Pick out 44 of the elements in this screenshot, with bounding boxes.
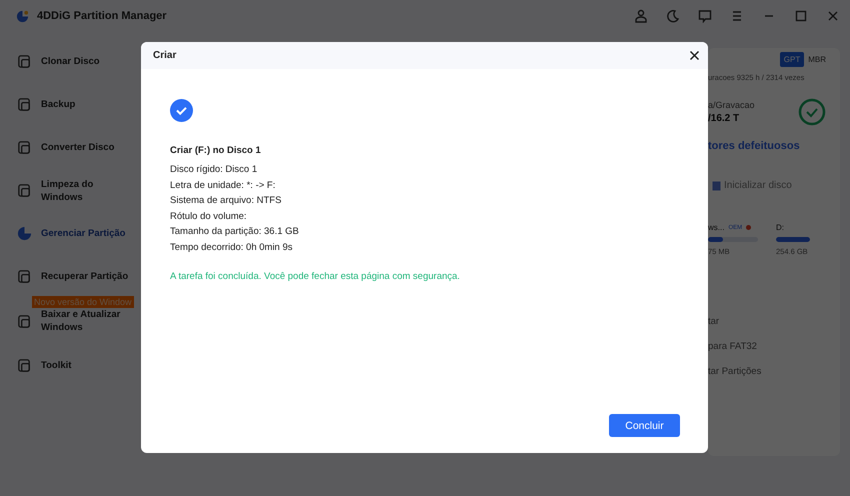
user-icon[interactable] <box>634 9 648 23</box>
partition-action[interactable]: para FAT32 <box>708 341 840 352</box>
success-message: A tarefa foi concluída. Você pode fechar esta página com segurança. <box>170 271 461 282</box>
partition-name: D: <box>776 223 784 232</box>
close-icon[interactable] <box>826 9 840 23</box>
bad-sectors-link[interactable]: tores defeituosos <box>708 140 840 152</box>
partition-style-tab[interactable]: MBR <box>804 52 830 67</box>
window-title: 4DDiG Partition Manager <box>37 10 168 22</box>
dialog-title: Criar <box>153 50 176 61</box>
sidebar-item[interactable]: Clonar Disco <box>0 40 150 83</box>
pie-chart-icon <box>17 226 32 241</box>
close-button[interactable] <box>687 48 702 63</box>
detail-line: Tempo decorrido: 0h 0min 9s <box>170 240 294 254</box>
warning-dot <box>746 225 752 230</box>
sidebar-item[interactable]: Backup <box>0 83 150 126</box>
menu-icon[interactable] <box>730 9 744 23</box>
partition-action[interactable]: tar <box>708 316 840 327</box>
detail-line: Sistema de arquivo: NTFS <box>170 194 282 208</box>
detail-line: Disco rígido: Disco 1 <box>170 163 258 177</box>
maximize-icon[interactable] <box>794 9 808 23</box>
moon-icon[interactable] <box>666 9 680 23</box>
detail-line: Tamanho da partição: 36.1 GB <box>170 225 300 239</box>
chat-icon[interactable] <box>698 9 712 23</box>
operation-heading: Criar (F:) no Disco 1 <box>170 145 262 156</box>
health-check-icon <box>798 98 826 126</box>
new-version-badge: Novo versão do Window <box>32 296 134 308</box>
success-check-icon <box>170 99 193 122</box>
partition-usage-bar <box>708 237 758 242</box>
read-write-value: /16.2 T <box>708 113 740 124</box>
partition-style-tab[interactable]: GPT <box>780 52 804 67</box>
finish-button[interactable]: Concluir <box>609 414 680 437</box>
sidebar-item[interactable]: Novo versão do Window Baixar e Atualizar Windows <box>0 298 150 344</box>
sidebar-item[interactable]: Gerenciar Partição <box>0 212 150 255</box>
read-write-label: a/Gravacao <box>708 100 756 110</box>
detail-line: Letra de unidade: *: -> F: <box>170 178 276 192</box>
sidebar-item[interactable]: Toolkit <box>0 344 150 387</box>
sidebar-item[interactable]: Limpeza do Windows <box>0 169 150 212</box>
partition-usage-bar <box>776 237 810 242</box>
partition-action[interactable]: tar Partições <box>708 366 840 377</box>
partition-name: ws... <box>708 223 724 232</box>
sidebar-item[interactable]: Converter Disco <box>0 126 150 169</box>
app-logo-icon <box>16 10 29 22</box>
sidebar-item[interactable]: Recuperar Partição <box>0 255 150 298</box>
detail-line: Rótulo do volume: <box>170 210 248 224</box>
